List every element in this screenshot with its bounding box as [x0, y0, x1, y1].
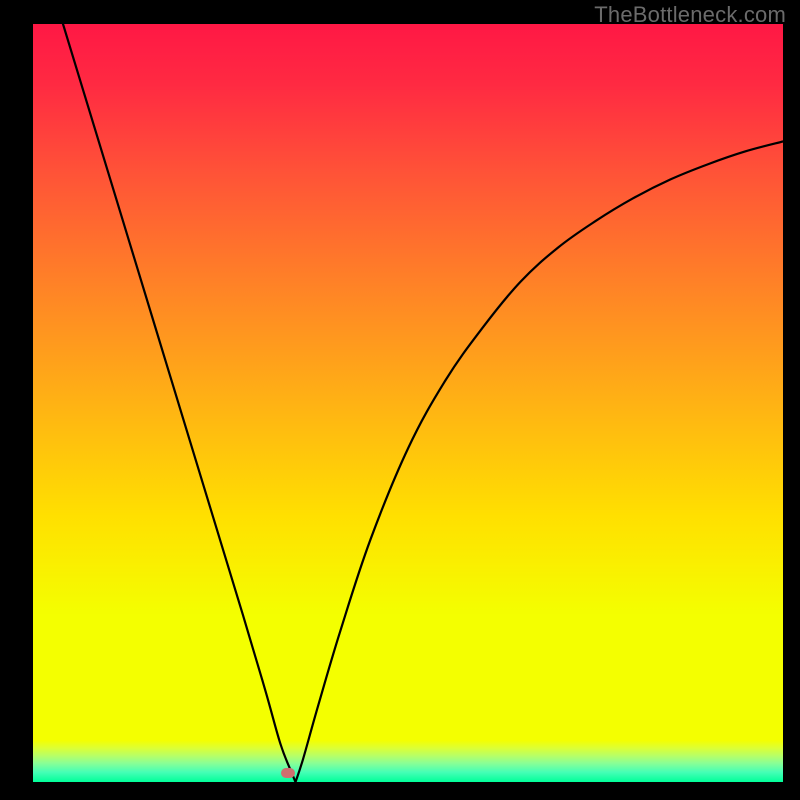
- gradient-bg: [33, 24, 783, 782]
- plot-area: [33, 24, 783, 782]
- chart-frame: TheBottleneck.com: [0, 0, 800, 800]
- optimum-marker: [281, 768, 295, 778]
- bottleneck-chart: [33, 24, 783, 782]
